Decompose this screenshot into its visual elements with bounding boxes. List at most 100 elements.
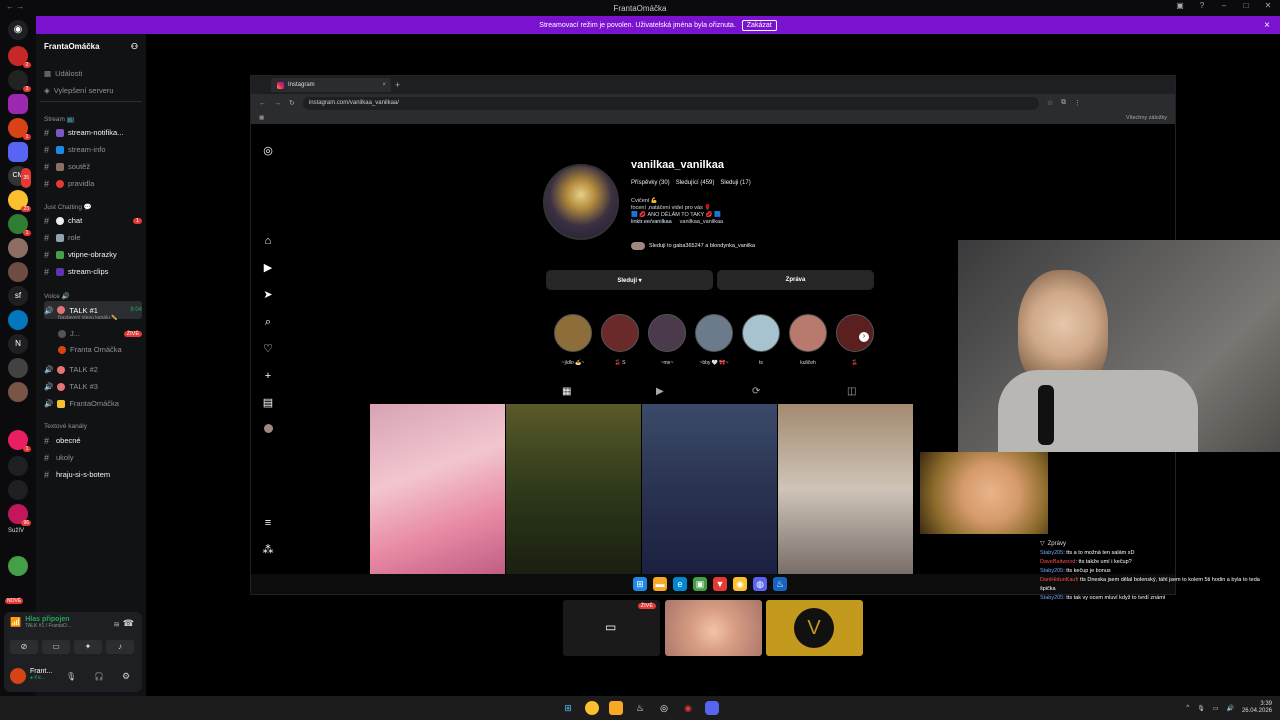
reels-icon[interactable]: ▶ xyxy=(261,261,275,275)
server-boost-link[interactable]: ◈ Vylepšení serveru xyxy=(44,83,142,98)
server-icon[interactable] xyxy=(8,556,28,576)
search-icon[interactable]: ⌕ xyxy=(261,315,275,329)
channel-soutez[interactable]: # soutěž xyxy=(44,159,142,174)
server-icon[interactable] xyxy=(8,480,28,500)
home-icon[interactable]: ⌂ xyxy=(261,234,275,248)
server-icon[interactable] xyxy=(8,358,28,378)
post-thumbnail[interactable] xyxy=(506,404,641,574)
instagram-logo-icon[interactable]: ◎ xyxy=(261,144,275,158)
mutual-followers[interactable]: Sleduji to gaba365247 a blondynka_vanilk… xyxy=(631,242,755,250)
channel-stream-clips[interactable]: # stream-clips xyxy=(44,264,142,279)
post-thumbnail[interactable] xyxy=(778,404,913,574)
close-tab-icon[interactable]: × xyxy=(382,82,386,88)
microphone-icon[interactable]: 🎙 xyxy=(66,672,76,681)
banner-close-icon[interactable]: × xyxy=(1264,20,1270,31)
channel-role[interactable]: # role xyxy=(44,230,142,245)
file-explorer-icon[interactable] xyxy=(609,701,623,715)
highlight-1[interactable] xyxy=(554,314,592,352)
voice-channel-talk2[interactable]: 🔊 TALK #2 xyxy=(44,362,142,377)
inbox-icon[interactable]: ▣ xyxy=(1174,1,1186,10)
post-thumbnail[interactable] xyxy=(642,404,777,574)
server-icon[interactable] xyxy=(8,262,28,282)
disable-stream-mode-button[interactable]: Zakázat xyxy=(741,19,777,31)
disconnect-icon[interactable]: ☎ xyxy=(123,618,134,629)
soundwave-icon[interactable]: ≋ xyxy=(113,620,120,629)
server-icon[interactable] xyxy=(8,382,28,402)
screen-share-card[interactable]: ŽIVĚ ▭ xyxy=(563,600,660,656)
participant-card[interactable]: V xyxy=(766,600,863,656)
dashboard-icon[interactable]: ▤ xyxy=(261,396,275,410)
highlight-2[interactable] xyxy=(601,314,639,352)
apps-icon[interactable]: ▦ xyxy=(259,115,264,121)
message-button[interactable]: Zpráva xyxy=(717,270,874,290)
highlight-3[interactable] xyxy=(648,314,686,352)
chevron-up-icon[interactable]: ^ xyxy=(1186,705,1189,711)
activities-button[interactable]: ✦ xyxy=(74,640,102,654)
voice-connection[interactable]: 📶 Hlas připojen TALK #1 / FrantaO... xyxy=(10,616,71,629)
extensions-icon[interactable]: ⧉ xyxy=(1061,99,1066,107)
channel-ukoly[interactable]: # ukoly xyxy=(44,450,142,465)
category-text[interactable]: Textové kanály xyxy=(44,423,87,430)
server-icon[interactable]: 2 xyxy=(8,46,31,68)
category-just-chatting[interactable]: Just Chatting 💬 xyxy=(44,203,92,211)
server-icon[interactable]: N xyxy=(8,334,28,354)
voice-user[interactable]: Franta Omáčka xyxy=(58,342,142,357)
back-icon[interactable]: ← xyxy=(259,100,266,107)
server-icon[interactable]: CM 35 xyxy=(8,166,31,188)
server-header[interactable]: FrantaOmáčka ⚇ xyxy=(36,34,146,58)
add-user-icon[interactable]: ⚇ xyxy=(131,42,138,51)
reels-tab[interactable]: ▶ xyxy=(656,386,664,398)
channel-chat[interactable]: # chat 1 xyxy=(44,213,142,228)
posts-count[interactable]: Příspěvky (30) xyxy=(631,180,670,186)
clock[interactable]: 3:39 26.04.2026 xyxy=(1242,701,1272,715)
obs-icon[interactable]: ◎ xyxy=(657,701,671,715)
menu-icon[interactable]: ⋮ xyxy=(1074,99,1081,107)
server-icon[interactable] xyxy=(8,310,28,330)
next-arrow-icon[interactable]: › xyxy=(859,332,869,342)
post-thumbnail[interactable] xyxy=(370,404,505,574)
steam-icon[interactable]: ♨ xyxy=(633,701,647,715)
highlight-5[interactable] xyxy=(742,314,780,352)
headphones-icon[interactable]: 🎧 xyxy=(94,672,104,681)
server-icon[interactable] xyxy=(8,94,28,114)
address-bar[interactable]: instagram.com/vanilkaa_vanilkaa/ xyxy=(302,96,1039,110)
screen-share-button[interactable]: ▭ xyxy=(42,640,70,654)
linktree-link[interactable]: linktr.ee/vanilkaa xyxy=(631,219,672,226)
microphone-icon[interactable]: 🎙 xyxy=(1197,705,1205,712)
server-icon[interactable]: 3 xyxy=(8,70,31,92)
chrome-icon[interactable] xyxy=(585,701,599,715)
server-icon[interactable] xyxy=(8,456,28,476)
more-menu-icon[interactable]: ≡ xyxy=(261,516,275,530)
heart-icon[interactable]: ♡ xyxy=(261,342,275,356)
discord-icon[interactable] xyxy=(705,701,719,715)
server-icon[interactable]: 96 xyxy=(8,504,31,526)
windows-start-icon[interactable]: ⊞ xyxy=(561,701,575,715)
server-icon[interactable]: 1 xyxy=(8,118,31,140)
channel-pravidla[interactable]: # pravidla xyxy=(44,176,142,191)
help-icon[interactable]: ? xyxy=(1196,1,1208,10)
channel-stream-info[interactable]: # stream-info xyxy=(44,142,142,157)
highlight-7[interactable] xyxy=(836,314,874,352)
threads-link[interactable]: vanilkaa_vanilkaa xyxy=(680,219,723,226)
gear-icon[interactable]: ⚙ xyxy=(122,671,130,682)
channel-stream-notifikace[interactable]: # stream-notifika... xyxy=(44,125,142,140)
all-bookmarks[interactable]: Všechny záložky xyxy=(1126,115,1167,121)
new-tab-icon[interactable]: + xyxy=(395,80,400,90)
discord-home-icon[interactable]: ◉ xyxy=(8,20,28,40)
forward-icon[interactable]: → xyxy=(274,100,281,107)
category-voice[interactable]: Voice 🔊 xyxy=(44,292,70,300)
followers-count[interactable]: Sledující (459) xyxy=(676,180,715,186)
server-icon[interactable]: sf xyxy=(8,286,28,306)
camera-off-button[interactable]: ⊘ xyxy=(10,640,38,654)
server-icon[interactable]: 23 xyxy=(8,190,31,212)
events-link[interactable]: ▦ Události xyxy=(44,66,142,81)
profile-picture[interactable] xyxy=(543,164,619,240)
reload-icon[interactable]: ↻ xyxy=(289,99,295,107)
highlight-6[interactable] xyxy=(789,314,827,352)
minimize-button[interactable]: – xyxy=(1218,1,1230,10)
tagged-tab[interactable]: ◫ xyxy=(847,386,856,398)
reposts-tab[interactable]: ⟳ xyxy=(752,386,760,398)
posts-grid-tab[interactable]: ▦ xyxy=(562,386,571,398)
back-arrow-icon[interactable]: ← → xyxy=(6,2,24,11)
voice-channel-franta[interactable]: 🔊 FrantaOmáčka xyxy=(44,396,142,411)
